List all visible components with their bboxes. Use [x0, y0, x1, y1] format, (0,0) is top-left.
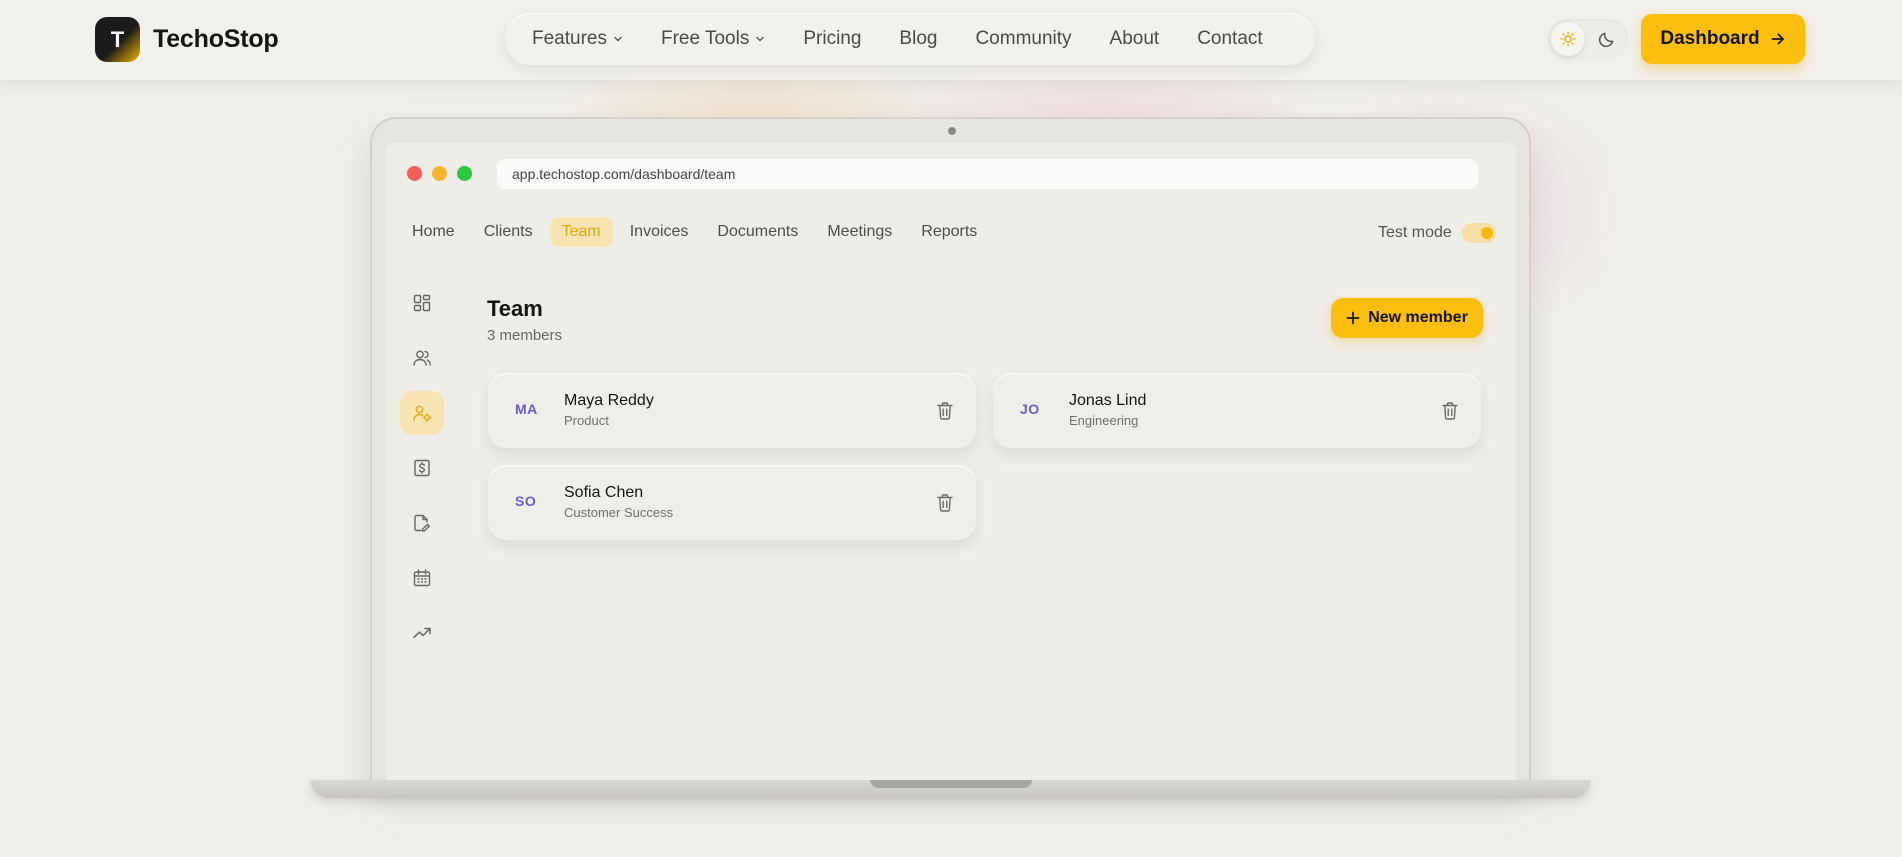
member-initials: JO: [1020, 401, 1040, 417]
nav-contact[interactable]: Contact: [1197, 28, 1262, 50]
arrow-right-icon: [1771, 33, 1784, 45]
sidebar-item-invoices[interactable]: [400, 446, 444, 490]
top-navbar: T TechoStop Features Free Tools Pricing …: [0, 0, 1902, 80]
chevron-down-icon: [614, 36, 622, 42]
laptop-base: [310, 780, 1591, 798]
nav-free-tools[interactable]: Free Tools: [661, 28, 765, 50]
sidebar-item-clients[interactable]: [400, 336, 444, 380]
app-tabs: Home Clients Team Invoices Documents Mee…: [400, 217, 989, 247]
trash-icon[interactable]: [1441, 401, 1459, 421]
brand-name: TechoStop: [153, 25, 279, 53]
tab-documents[interactable]: Documents: [705, 217, 810, 247]
sidebar-item-meetings[interactable]: [400, 556, 444, 600]
tab-team[interactable]: Team: [549, 217, 613, 247]
brand-logo: T: [95, 17, 140, 62]
theme-toggle[interactable]: [1548, 19, 1628, 59]
user-cog-icon: [413, 405, 432, 422]
member-card[interactable]: SO Sofia Chen Customer Success: [488, 466, 976, 540]
window-maximize-dot[interactable]: [457, 166, 472, 181]
dashboard-button-label: Dashboard: [1660, 28, 1760, 49]
app-sidebar: [400, 281, 444, 666]
laptop-notch: [870, 780, 1032, 788]
new-member-button[interactable]: New member: [1331, 298, 1483, 338]
test-mode-toggle[interactable]: [1461, 223, 1496, 243]
trash-icon[interactable]: [936, 493, 954, 513]
window-close-dot[interactable]: [407, 166, 422, 181]
grid-icon: [413, 294, 431, 312]
moon-icon[interactable]: [1598, 30, 1616, 48]
nav-features[interactable]: Features: [532, 28, 623, 50]
new-member-label: New member: [1368, 309, 1468, 326]
laptop-camera: [948, 127, 956, 135]
url-bar[interactable]: app.techostop.com/dashboard/team: [497, 159, 1478, 189]
tab-home[interactable]: Home: [400, 217, 467, 247]
trending-up-icon: [413, 627, 431, 639]
sidebar-item-home[interactable]: [400, 281, 444, 325]
nav-blog[interactable]: Blog: [899, 28, 937, 50]
test-mode: Test mode: [1378, 223, 1496, 243]
chevron-down-icon: [756, 36, 765, 42]
member-role: Customer Success: [564, 505, 674, 520]
member-initials: MA: [515, 401, 538, 417]
test-mode-label: Test mode: [1378, 224, 1452, 241]
nav-free-tools-label: Free Tools: [660, 28, 750, 49]
toggle-knob: [1480, 227, 1493, 239]
member-initials: SO: [515, 493, 537, 509]
sidebar-item-team[interactable]: [400, 391, 444, 435]
member-role: Product: [564, 413, 609, 428]
file-edit-icon: [414, 514, 430, 532]
plus-icon: [1346, 311, 1360, 325]
sun-icon[interactable]: [1551, 22, 1585, 56]
member-name: Maya Reddy: [564, 392, 654, 409]
trash-icon[interactable]: [936, 401, 954, 421]
member-card[interactable]: JO Jonas Lind Engineering: [993, 374, 1481, 448]
browser-chrome: app.techostop.com/dashboard/team: [386, 143, 1516, 203]
sidebar-item-documents[interactable]: [400, 501, 444, 545]
tab-clients[interactable]: Clients: [472, 217, 545, 247]
member-card[interactable]: MA Maya Reddy Product: [488, 374, 976, 448]
window-minimize-dot[interactable]: [432, 166, 447, 181]
users-icon: [413, 350, 431, 366]
brand[interactable]: T TechoStop: [95, 17, 279, 62]
member-name: Sofia Chen: [564, 484, 644, 501]
dashboard-button[interactable]: Dashboard: [1641, 14, 1805, 64]
tab-meetings[interactable]: Meetings: [815, 217, 904, 247]
main-nav: Features Free Tools Pricing Blog Communi…: [505, 13, 1315, 65]
nav-pricing[interactable]: Pricing: [803, 28, 861, 50]
page-title: Team: [487, 296, 543, 321]
member-name: Jonas Lind: [1069, 392, 1147, 409]
nav-community[interactable]: Community: [975, 28, 1071, 50]
tab-reports[interactable]: Reports: [909, 217, 989, 247]
member-role: Engineering: [1069, 413, 1139, 428]
sidebar-item-reports[interactable]: [400, 611, 444, 655]
nav-features-label: Features: [532, 28, 607, 49]
tab-invoices[interactable]: Invoices: [618, 217, 701, 247]
member-count: 3 members: [487, 327, 563, 344]
nav-about[interactable]: About: [1110, 28, 1160, 50]
dollar-icon: [414, 459, 430, 477]
calendar-icon: [413, 569, 431, 587]
laptop-screen: app.techostop.com/dashboard/team Home Cl…: [386, 143, 1516, 780]
